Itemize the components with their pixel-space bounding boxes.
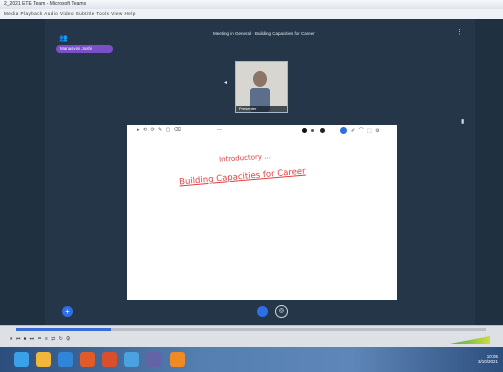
whiteboard-tools[interactable]: ▸ ⟲ ⟳ ✎ ▢ ⌫ <box>137 127 182 133</box>
taskbar <box>0 347 503 372</box>
whiteboard[interactable]: ▸ ⟲ ⟳ ✎ ▢ ⌫ — ✐ ⌒ ⬚ ⚙ Introductory ... B… <box>127 125 397 300</box>
camera-button[interactable]: ◎ <box>275 305 288 318</box>
app-icon-amber[interactable] <box>170 352 185 367</box>
ink-gray-swatch[interactable] <box>311 129 314 132</box>
volume-slider[interactable] <box>450 336 490 344</box>
people-icon[interactable]: 👥 <box>59 34 68 42</box>
window-titlebar: 2_2021 ETE Team - Microsoft Teams <box>0 0 503 9</box>
menu-items[interactable]: Media Playback Audio Video Subtitle Tool… <box>4 11 136 16</box>
handwritten-line-2: Building Capacities for Career <box>178 166 307 188</box>
seek-progress[interactable] <box>16 328 111 331</box>
whiteboard-extra-tools[interactable]: ✐ ⌒ ⬚ ⚙ <box>351 127 381 134</box>
meeting-title: Meeting in General · Building Capacities… <box>213 31 315 36</box>
media-player-icon[interactable] <box>80 352 95 367</box>
participant-pill[interactable]: Manasvini Joshi <box>56 45 113 53</box>
participant-name-bar: Presenter <box>236 106 287 112</box>
participant-pill-label: Manasvini Joshi <box>60 46 93 51</box>
add-button[interactable]: + <box>62 306 73 317</box>
media-player-bar: ⏸ ⏮ ⏹ ⏭ ▭ ≡ ⇄ ↻ ⚙ <box>0 325 503 348</box>
teams-icon[interactable] <box>146 352 161 367</box>
clock-date: 3/10/2021 <box>478 359 499 364</box>
window-title: 2_2021 ETE Team - Microsoft Teams <box>4 1 87 7</box>
ink-dark-swatch[interactable] <box>320 128 325 133</box>
handwritten-line-1: Introductory ... <box>218 152 272 164</box>
caret-left-icon[interactable]: ◂ <box>224 79 227 86</box>
microphone-button[interactable] <box>257 306 268 317</box>
app-icon-blue[interactable] <box>124 352 139 367</box>
ink-black-swatch[interactable] <box>302 128 307 133</box>
expand-panel-icon[interactable]: ▮ <box>461 118 464 125</box>
whiteboard-handle[interactable]: — <box>217 127 222 133</box>
browser-icon[interactable] <box>58 352 73 367</box>
participant-name: Presenter <box>239 106 257 111</box>
taskbar-clock[interactable]: 10:05 3/10/2021 <box>478 354 498 364</box>
start-icon[interactable] <box>14 352 29 367</box>
player-controls[interactable]: ⏸ ⏮ ⏹ ⏭ ▭ ≡ ⇄ ↻ ⚙ <box>10 336 71 342</box>
app-icon-orange[interactable] <box>102 352 117 367</box>
pen-tool-icon[interactable] <box>340 127 347 134</box>
more-options-icon[interactable]: ⋮ <box>456 29 463 36</box>
whiteboard-toolbar: ▸ ⟲ ⟳ ✎ ▢ ⌫ — ✐ ⌒ ⬚ ⚙ <box>127 125 397 135</box>
participant-video[interactable]: Presenter <box>235 61 288 113</box>
file-explorer-icon[interactable] <box>36 352 51 367</box>
